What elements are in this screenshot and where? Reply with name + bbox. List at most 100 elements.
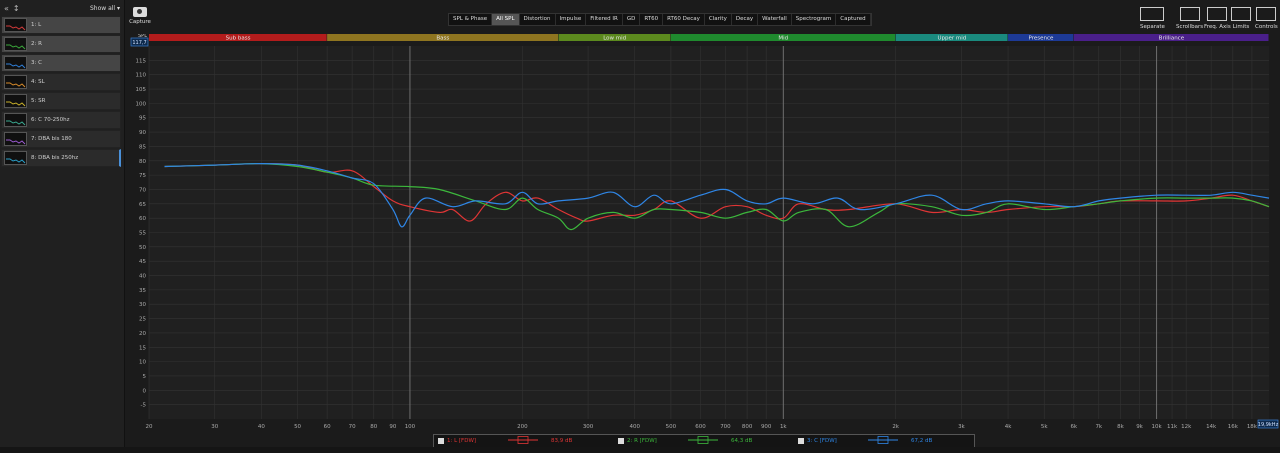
legend-label: 2: R [FDW]: [627, 438, 657, 444]
show-all-label: Show all: [89, 4, 116, 12]
tool-label: Separate: [1140, 24, 1165, 30]
tab-waterfall[interactable]: Waterfall: [758, 14, 792, 25]
sidebar-nav: « ↕: [4, 4, 20, 13]
tab-gd[interactable]: GD: [623, 14, 641, 25]
measurement-label: 2: R: [31, 41, 42, 47]
tool-label: Controls: [1255, 24, 1278, 30]
tab-distortion[interactable]: Distortion: [520, 14, 556, 25]
controls-icon: [1256, 7, 1277, 21]
status-bar: [0, 447, 1280, 453]
band-label: Bass: [436, 36, 449, 42]
legend-value: 67,2 dB: [911, 438, 933, 444]
sidebar-header: « ↕ Show all ▾: [0, 0, 124, 16]
x-tick-label: 400: [629, 424, 640, 430]
show-all-dropdown[interactable]: Show all ▾: [90, 5, 120, 12]
tab-impulse[interactable]: Impulse: [556, 14, 587, 25]
expand-icon[interactable]: ↕: [13, 4, 20, 13]
measurement-thumbnail: [4, 37, 27, 51]
measurement-item[interactable]: 7: DBA bis 180: [1, 130, 121, 148]
legend-entry: 1: L [FDW] 83,9 dB: [438, 436, 614, 446]
band-label: Mid: [778, 36, 788, 42]
tab-filtered-ir[interactable]: Filtered IR: [586, 14, 623, 25]
camera-icon: [133, 7, 147, 17]
band-label: Brilliance: [1159, 36, 1185, 42]
measurement-thumbnail: [4, 18, 27, 32]
x-tick-label: 70: [349, 424, 356, 430]
tab-all-spl[interactable]: All SPL: [492, 14, 520, 25]
measurement-thumbnail: [4, 151, 27, 165]
measurement-thumbnail: [4, 132, 27, 146]
x-tick-label: 18k: [1247, 424, 1258, 430]
y-tick-label: 90: [139, 130, 146, 136]
measurement-item[interactable]: 8: DBA bis 250hz: [1, 149, 121, 167]
x-tick-label: 100: [405, 424, 416, 430]
limits-icon: [1231, 7, 1251, 21]
tab-captured[interactable]: Captured: [836, 14, 871, 25]
x-tick-label: 700: [720, 424, 731, 430]
y-tick-label: 5: [143, 374, 147, 380]
legend-value: 83,9 dB: [551, 438, 573, 444]
graph-tabs: SPL & Phase All SPL Distortion Impulse Filte…: [448, 13, 872, 26]
y-tick-label: 115: [136, 58, 147, 64]
legend-checkbox[interactable]: [438, 438, 444, 444]
tab-spl-phase[interactable]: SPL & Phase: [449, 14, 493, 25]
tab-rt60-decay[interactable]: RT60 Decay: [663, 14, 705, 25]
measurement-label: 3: C: [31, 60, 42, 66]
spl-chart[interactable]: 1151101051009590858075706560555045403530…: [124, 34, 1280, 440]
tool-controls[interactable]: Controls: [1255, 7, 1278, 30]
legend-entry: 2: R [FDW] 64,3 dB: [618, 436, 794, 446]
measurement-sidebar: « ↕ Show all ▾ 1: L 2: R 3: C 4: SL 5: SR 6: …: [0, 0, 125, 453]
measurement-item[interactable]: 5: SR: [1, 92, 121, 110]
tab-clarity[interactable]: Clarity: [705, 14, 732, 25]
measurement-item[interactable]: 2: R: [1, 35, 121, 53]
x-max-value: 19,9kHz: [1258, 422, 1279, 428]
x-tick-label: 16k: [1228, 424, 1239, 430]
tool-scrollbars[interactable]: Scrollbars: [1176, 7, 1203, 30]
x-tick-label: 4k: [1005, 424, 1012, 430]
x-tick-label: 2k: [892, 424, 899, 430]
measurement-item[interactable]: 3: C: [1, 54, 121, 72]
x-tick-label: 9k: [1136, 424, 1143, 430]
legend-value: 64,3 dB: [731, 438, 753, 444]
freq-axis-icon: [1207, 7, 1228, 21]
measurement-thumbnail: [4, 94, 27, 108]
y-tick-label: 85: [139, 144, 146, 150]
collapse-icon[interactable]: «: [4, 4, 9, 13]
x-tick-label: 50: [294, 424, 301, 430]
y-tick-label: -5: [141, 403, 147, 409]
measurement-item[interactable]: 1: L: [1, 16, 121, 34]
tab-decay[interactable]: Decay: [732, 14, 759, 25]
tool-separate[interactable]: Separate: [1140, 7, 1165, 30]
top-toolbar: Capture SPL & Phase All SPL Distortion Impu…: [124, 0, 1280, 34]
measurement-item[interactable]: 4: SL: [1, 73, 121, 91]
y-tick-label: 105: [136, 87, 147, 93]
measurement-list: 1: L 2: R 3: C 4: SL 5: SR 6: C 70-250hz 7: DB…: [0, 16, 124, 167]
measurement-item[interactable]: 6: C 70-250hz: [1, 111, 121, 129]
measurement-label: 7: DBA bis 180: [31, 136, 72, 142]
capture-button[interactable]: Capture: [128, 7, 152, 25]
measurement-label: 8: DBA bis 250hz: [31, 155, 79, 161]
measurement-label: 1: L: [31, 22, 42, 28]
tool-label: Limits: [1232, 24, 1250, 30]
legend-checkbox[interactable]: [618, 438, 624, 444]
y-tick-label: 10: [139, 360, 146, 366]
measurement-thumbnail: [4, 56, 27, 70]
scrollbars-icon: [1179, 7, 1200, 21]
measurement-label: 5: SR: [31, 98, 46, 104]
band-label: Low mid: [603, 36, 626, 42]
separate-icon: [1140, 7, 1165, 21]
y-tick-label: 80: [139, 159, 146, 165]
x-tick-label: 1k: [780, 424, 787, 430]
x-tick-label: 300: [583, 424, 594, 430]
tab-rt60[interactable]: RT60: [640, 14, 664, 25]
tab-spectrogram[interactable]: Spectrogram: [792, 14, 837, 25]
tool-freq-axis[interactable]: Freq. Axis: [1204, 7, 1231, 30]
legend-checkbox[interactable]: [798, 438, 804, 444]
capture-label: Capture: [129, 19, 151, 25]
x-tick-label: 11k: [1167, 424, 1178, 430]
tool-limits[interactable]: Limits: [1231, 7, 1251, 30]
y-tick-label: 35: [139, 288, 146, 294]
x-tick-label: 60: [324, 424, 331, 430]
x-tick-label: 80: [370, 424, 377, 430]
y-tick-label: 25: [139, 317, 146, 323]
